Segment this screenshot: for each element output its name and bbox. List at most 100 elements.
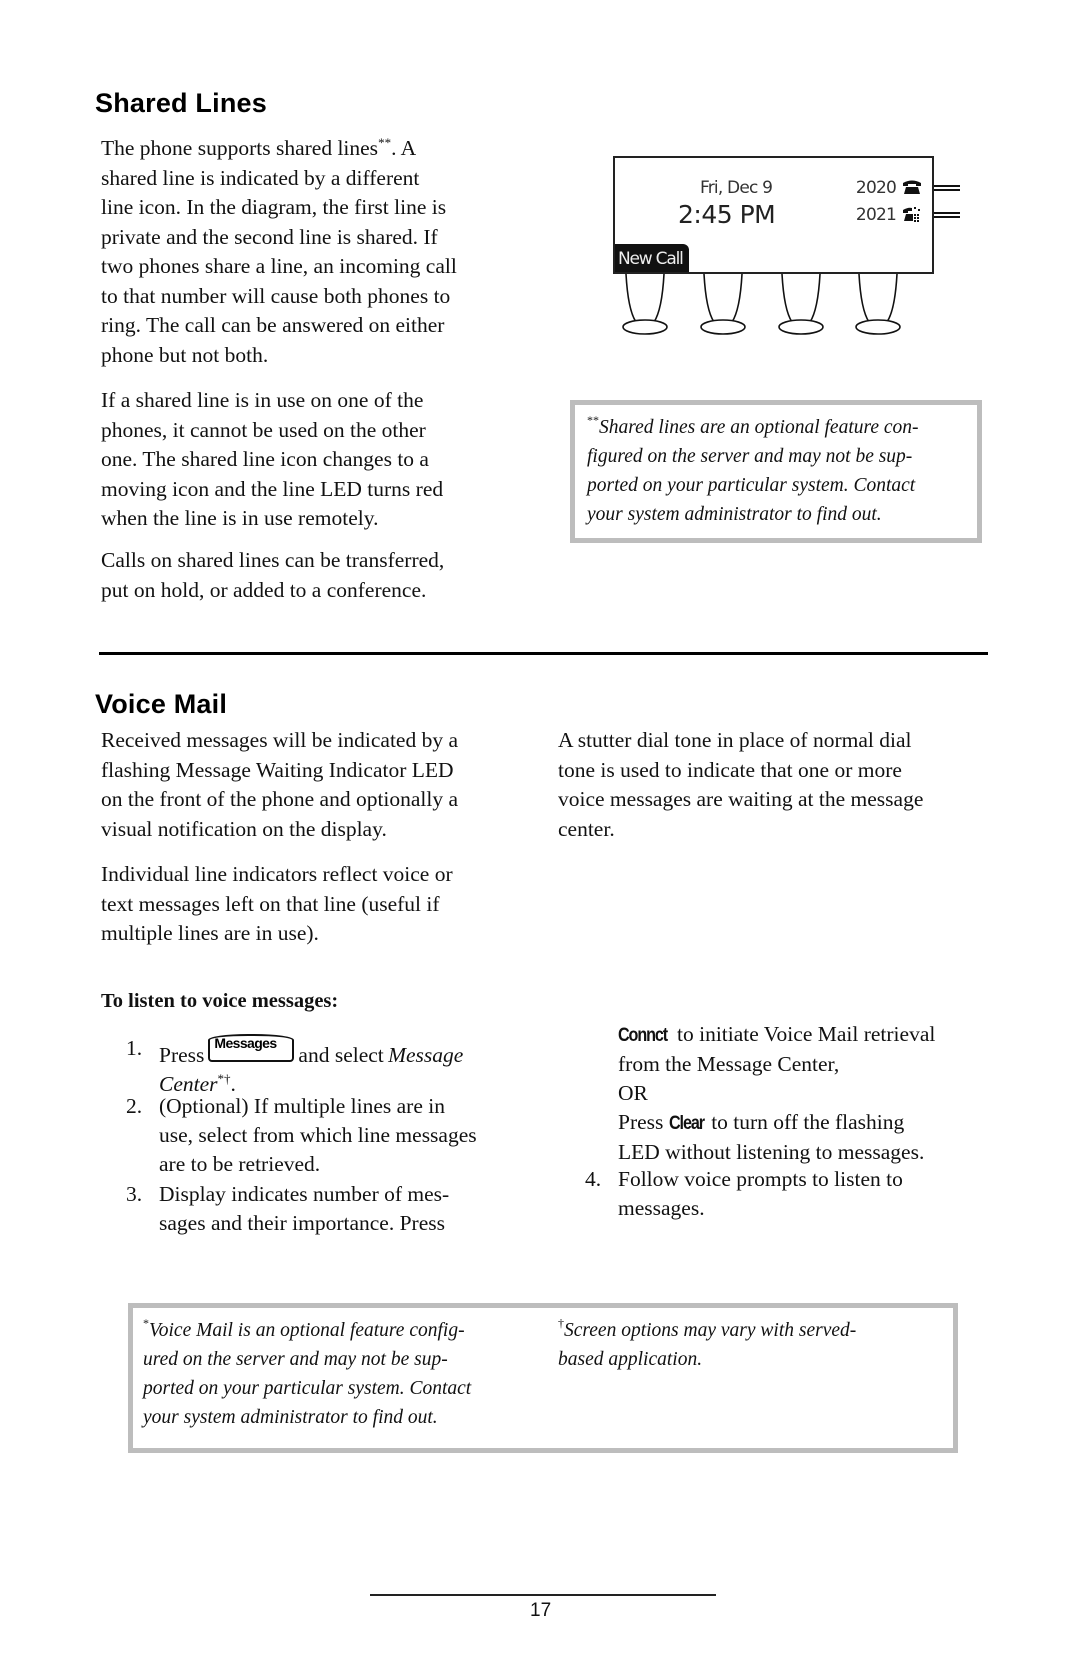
line-number-1: 2020 <box>855 178 897 198</box>
text-line: are to be retrieved. <box>159 1152 321 1176</box>
step-3-continuation: Connct to initiate Voice Mail retrieval … <box>618 1020 998 1170</box>
text-line: Received messages will be indicated by a <box>101 728 459 752</box>
text-line: . A <box>391 136 417 160</box>
text-line: from the Message Center, <box>618 1052 840 1076</box>
text: Press <box>159 1043 205 1067</box>
text-line: text messages left on that line (useful … <box>101 891 440 916</box>
text-line: Calls on shared lines can be transferred… <box>101 548 445 572</box>
shared-lines-paragraph-2: If a shared line is in use on one of the… <box>101 386 541 534</box>
text-line: visual notification on the display. <box>101 816 387 841</box>
text-line: when the line is in use remotely. <box>101 506 379 530</box>
footnote-shared-lines: **Shared lines are an optional feature c… <box>587 413 965 529</box>
connect-softkey: Connct <box>618 1025 668 1046</box>
footnote-box-voice-mail: *Voice Mail is an optional feature confi… <box>128 1303 958 1453</box>
softkey-button-1 <box>622 273 668 335</box>
text-line: figured on the server and may not be sup… <box>587 446 913 467</box>
text: Press <box>618 1110 664 1134</box>
text-line: to that number will cause both phones to <box>101 283 451 308</box>
step-number: 4. <box>585 1167 602 1191</box>
softkey-button-3 <box>778 273 824 335</box>
text-line: voice messages are waiting at the messag… <box>558 787 924 811</box>
shared-lines-paragraph-3: Calls on shared lines can be transferred… <box>101 546 541 605</box>
text-line: Voice Mail is an optional feature config… <box>149 1320 465 1341</box>
shared-line-phone-icon <box>903 207 920 222</box>
private-line-phone-icon <box>903 180 921 194</box>
text-line: A stutter dial tone in place of normal d… <box>558 728 912 752</box>
text-line: use, select from which line messages <box>159 1123 477 1147</box>
section-divider <box>99 652 988 655</box>
clear-softkey: Clear <box>668 1113 705 1134</box>
text-line: If a shared line is in use on one of the <box>101 388 424 412</box>
messages-key-button: Messages <box>208 1034 295 1064</box>
line-number-2: 2021 <box>855 205 897 225</box>
text-line: based application. <box>558 1349 703 1370</box>
text-line: tone is used to indicate that one or mor… <box>558 757 902 782</box>
text-line: ured on the server and may not be sup- <box>143 1349 448 1370</box>
text-line: messages. <box>618 1196 705 1220</box>
softkey-buttons <box>622 273 901 335</box>
text-line: flashing Message Waiting Indicator LED <box>101 757 454 782</box>
text-line: moving icon and the line LED turns red <box>101 476 444 501</box>
step-number: 3. <box>126 1182 143 1206</box>
text-line: OR <box>618 1081 648 1105</box>
section-heading-shared-lines: Shared Lines <box>95 88 267 118</box>
text-line: Screen options may vary with served- <box>564 1320 857 1341</box>
voice-mail-paragraph-1: Received messages will be indicated by a… <box>101 726 541 844</box>
step-2: 2. (Optional) If multiple lines are in u… <box>126 1092 546 1182</box>
text-line: LED without listening to messages. <box>618 1140 925 1164</box>
footnote-marker: *† <box>217 1071 231 1086</box>
display-date: Fri, Dec 9 <box>700 178 773 198</box>
display-time: 2:45 PM <box>678 200 776 229</box>
phone-display-diagram: Fri, Dec 9 2:45 PM 2020 2021 New Call <box>600 140 980 340</box>
softkey-button-2 <box>700 273 746 335</box>
text-line: private and the second line is shared. I… <box>101 224 438 249</box>
text-line: ported on your particular system. Contac… <box>587 475 916 496</box>
footnote-voice-mail: *Voice Mail is an optional feature confi… <box>143 1316 543 1432</box>
section-heading-voice-mail: Voice Mail <box>95 689 228 719</box>
voice-mail-paragraph-3: A stutter dial tone in place of normal d… <box>558 726 998 844</box>
text-line: multiple lines are in use). <box>101 921 319 945</box>
footnote-screen-options: †Screen options may vary with served- ba… <box>558 1316 938 1374</box>
text-line: your system administrator to find out. <box>143 1407 438 1428</box>
shared-lines-paragraph-1: The phone supports shared lines**. A sha… <box>101 134 541 370</box>
text-line: two phones share a line, an incoming cal… <box>101 254 457 278</box>
text-line: Individual line indicators reflect voice… <box>101 862 453 886</box>
text-line: sages and their importance. Press <box>159 1211 445 1235</box>
text-line: ported on your particular system. Contac… <box>143 1378 472 1399</box>
text-line: Shared lines are an optional feature con… <box>599 417 919 438</box>
text-line: one. The shared line icon changes to a <box>101 447 429 471</box>
step-1: 1. Press Messages and select Message Cente… <box>126 1034 546 1096</box>
step-number: 2. <box>126 1094 143 1118</box>
softkey-label-new-call: New Call <box>615 244 689 272</box>
step-4: 4. Follow voice prompts to listen to mes… <box>585 1165 985 1225</box>
text-line: ring. The call can be answered on either <box>101 313 445 337</box>
procedure-heading: To listen to voice messages: <box>101 990 339 1012</box>
italic-text: Message <box>388 1043 464 1067</box>
line-key-connector <box>934 185 960 191</box>
text: to initiate Voice Mail retrieval <box>677 1022 936 1046</box>
text-line: put on hold, or added to a conference. <box>101 577 427 602</box>
footer-rule <box>370 1594 716 1596</box>
line-key-connector <box>934 212 960 218</box>
footnote-marker: ** <box>378 135 392 150</box>
softkey-button-4 <box>855 273 901 335</box>
step-3: 3. Display indicates number of mes- sage… <box>126 1180 546 1240</box>
text-line: (Optional) If multiple lines are in <box>159 1094 445 1118</box>
page-number: 17 <box>530 1600 552 1621</box>
text-line: shared line is indicated by a different <box>101 165 420 190</box>
footnote-box-shared-lines: **Shared lines are an optional feature c… <box>570 400 982 543</box>
text: to turn off the flashing <box>711 1110 905 1134</box>
text-line: your system administrator to find out. <box>587 504 882 525</box>
text-line: line icon. In the diagram, the first lin… <box>101 195 447 219</box>
text-line: Display indicates number of mes- <box>159 1182 450 1206</box>
text-line: on the front of the phone and optionally… <box>101 787 459 811</box>
text: and select <box>298 1043 384 1067</box>
footnote-marker: ** <box>587 413 599 427</box>
step-number: 1. <box>126 1036 143 1060</box>
text-line: phones, it cannot be used on the other <box>101 417 426 442</box>
messages-key-label: Messages <box>214 1035 277 1051</box>
text-line: phone but not both. <box>101 342 269 367</box>
text-line: The phone supports shared lines <box>101 136 379 160</box>
voice-mail-paragraph-2: Individual line indicators reflect voice… <box>101 860 541 949</box>
text-line: center. <box>558 816 615 841</box>
